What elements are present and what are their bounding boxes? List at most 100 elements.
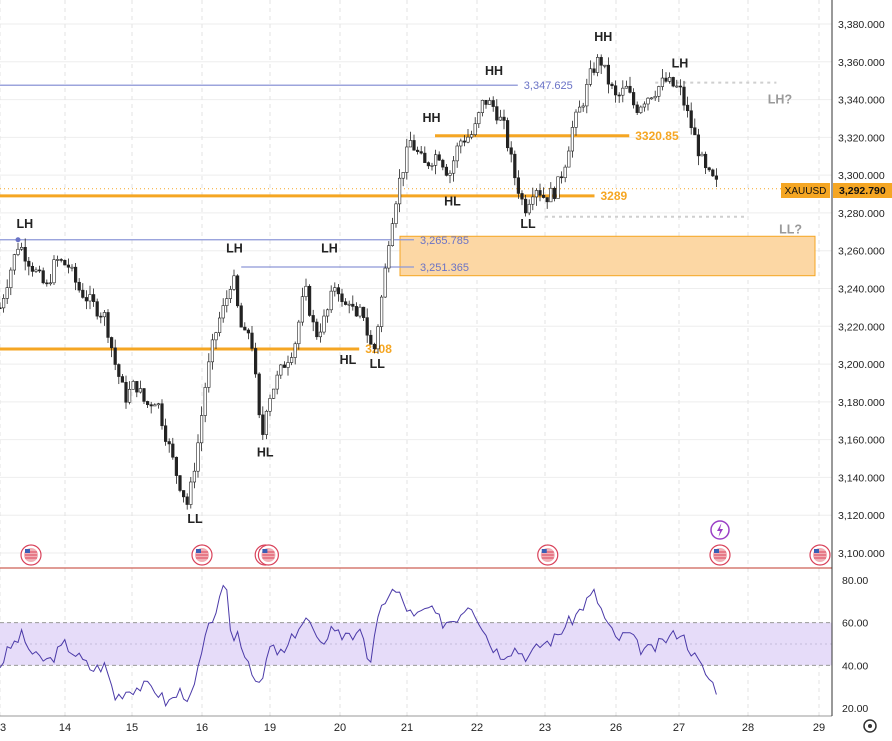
candle-body <box>210 339 215 363</box>
candle-body <box>124 381 128 403</box>
candle-body <box>333 287 337 292</box>
trading-chart[interactable]: 3,347.6253320.8532893,265.7853,251.36532… <box>0 0 892 736</box>
candle-body <box>160 403 164 427</box>
swing-label: LL <box>370 357 386 371</box>
candle-body <box>336 287 341 295</box>
price-tick-label: 3,300.000 <box>838 170 885 182</box>
candle-body <box>221 305 225 319</box>
candle-body <box>200 415 204 444</box>
candle-body <box>95 301 99 317</box>
candle-body <box>477 112 481 125</box>
candle-body <box>379 296 384 327</box>
us-flag-icon-canton <box>714 549 719 553</box>
candle-body <box>0 307 2 310</box>
candle-body <box>243 326 247 331</box>
swing-label: LL <box>520 217 536 231</box>
us-flag-icon[interactable] <box>537 544 559 566</box>
candle-body <box>106 312 110 338</box>
candle-body <box>603 64 607 67</box>
candle-body <box>257 373 261 416</box>
candle-body <box>372 343 377 350</box>
candle-body <box>394 203 398 224</box>
time-tick-label: 21 <box>401 722 413 734</box>
time-tick-label: 26 <box>610 722 622 734</box>
candle-body <box>678 85 682 88</box>
candle-body <box>545 197 549 203</box>
us-flag-icon[interactable] <box>20 544 42 566</box>
candle-body <box>254 348 258 375</box>
time-tick-label: 23 <box>539 722 551 734</box>
candle-body <box>408 140 413 148</box>
candle-body <box>505 120 510 149</box>
candle-body <box>642 103 646 108</box>
candle-body <box>480 100 485 113</box>
candle-body <box>156 403 161 406</box>
candle-body <box>621 87 625 96</box>
candle-body <box>693 127 697 136</box>
candle-body <box>520 193 524 200</box>
candle-body <box>70 266 74 269</box>
us-flag-icon[interactable] <box>809 544 831 566</box>
time-tick-label: 28 <box>742 722 754 734</box>
candle-body <box>340 293 344 303</box>
lightning-icon[interactable] <box>710 520 730 540</box>
candle-body <box>232 275 236 290</box>
price-tick-label: 3,360.000 <box>838 57 885 69</box>
candle-body <box>675 85 679 88</box>
time-tick-label: 20 <box>334 722 346 734</box>
rsi-tick-label: 40.00 <box>842 660 868 672</box>
candle-body <box>192 470 197 483</box>
chart-canvas[interactable]: 3,347.6253320.8532893,265.7853,251.36532… <box>0 0 892 736</box>
time-tick-label: 16 <box>196 722 208 734</box>
candle-body <box>55 259 60 261</box>
candle-body <box>502 116 506 121</box>
candle-body <box>153 404 157 407</box>
candle-body <box>84 297 88 302</box>
swing-label: LL <box>187 512 203 526</box>
price-tick-label: 3,160.000 <box>838 435 885 447</box>
us-flag-icon[interactable] <box>257 544 279 566</box>
candle-body <box>423 152 427 163</box>
candle-body <box>376 326 380 350</box>
candle-body <box>714 175 718 180</box>
candle-body <box>45 282 49 285</box>
candle-body <box>178 475 182 491</box>
candle-body <box>556 176 560 199</box>
time-tick-label: 14 <box>59 722 71 734</box>
candle-body <box>27 260 31 267</box>
swing-label: HL <box>444 194 461 208</box>
candle-body <box>448 172 452 176</box>
candle-body <box>182 490 186 498</box>
candle-body <box>264 410 269 435</box>
candle-body <box>81 289 85 298</box>
candle-body <box>92 294 96 302</box>
price-tick-label: 3,280.000 <box>838 208 885 220</box>
candle-body <box>23 247 27 262</box>
candle-body <box>664 77 668 82</box>
us-flag-icon[interactable] <box>709 544 731 566</box>
time-tick-label: 22 <box>471 722 483 734</box>
event-markers[interactable] <box>20 520 831 566</box>
candle-body <box>189 481 193 505</box>
us-flag-icon-canton <box>541 549 547 553</box>
settings-icon[interactable] <box>863 719 877 733</box>
candle-body <box>9 269 13 288</box>
candle-body <box>48 282 52 285</box>
us-flag-icon[interactable] <box>191 544 213 566</box>
candle-body <box>207 361 211 388</box>
candle-body <box>236 275 240 307</box>
price-axis[interactable]: 3,100.000 3,120.000 3,140.000 3,160.000 3,18… <box>831 0 885 716</box>
candle-body <box>531 196 535 205</box>
candle-body <box>358 306 362 317</box>
candle-body <box>271 388 276 399</box>
candle-body <box>1 298 6 309</box>
candle-body <box>441 159 445 168</box>
us-flag-icon-canton <box>196 549 201 553</box>
candle-body <box>347 303 351 306</box>
time-tick-label: 19 <box>264 722 276 734</box>
us-flag-icon-canton <box>262 549 268 553</box>
price-tick-label: 3,180.000 <box>838 397 885 409</box>
candle-body <box>315 321 319 338</box>
candle-body <box>63 260 67 266</box>
time-axis[interactable]: 13 14 15 16 19 20 21 22 23 26 27 28 29 <box>0 715 832 734</box>
